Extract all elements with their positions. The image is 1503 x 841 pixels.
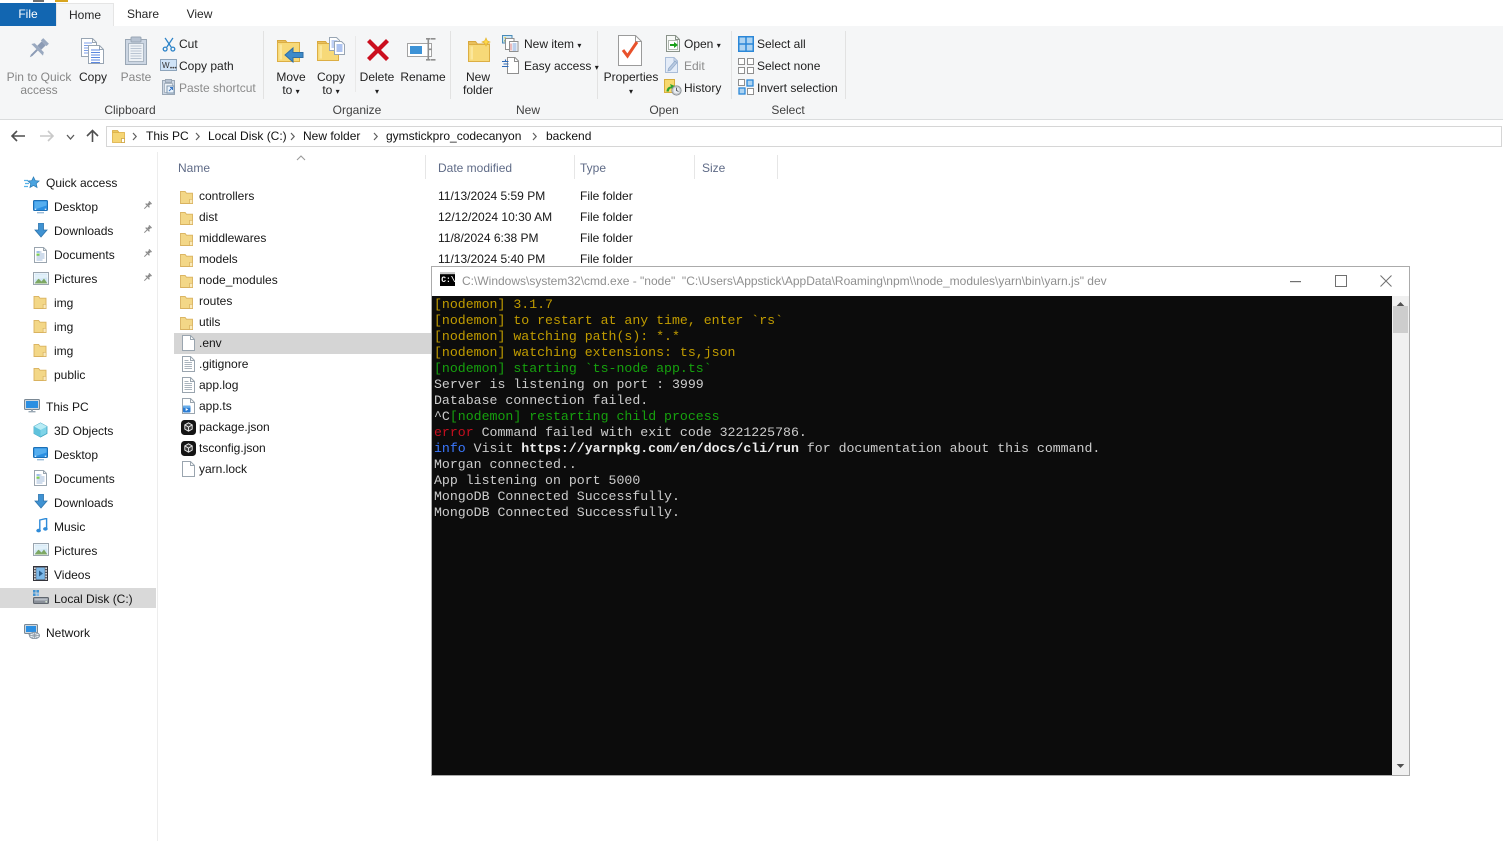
- svg-text:C:\: C:\: [441, 276, 455, 285]
- svg-text:W: W: [162, 61, 170, 70]
